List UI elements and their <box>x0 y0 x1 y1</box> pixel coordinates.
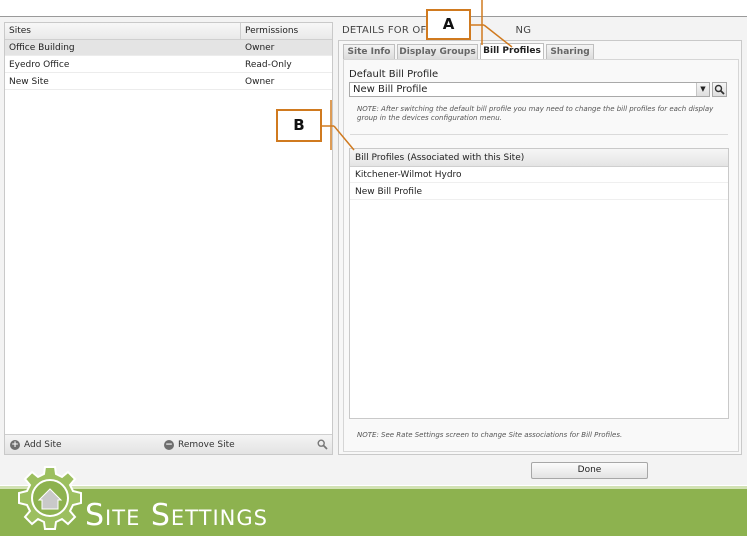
callout-b: B <box>276 109 322 142</box>
banner-title: Site Settings <box>85 498 268 533</box>
gear-house-icon <box>18 466 82 530</box>
callout-leader-lines <box>322 0 513 151</box>
callout-a: A <box>426 9 471 40</box>
site-settings-banner: Site Settings <box>0 486 747 536</box>
